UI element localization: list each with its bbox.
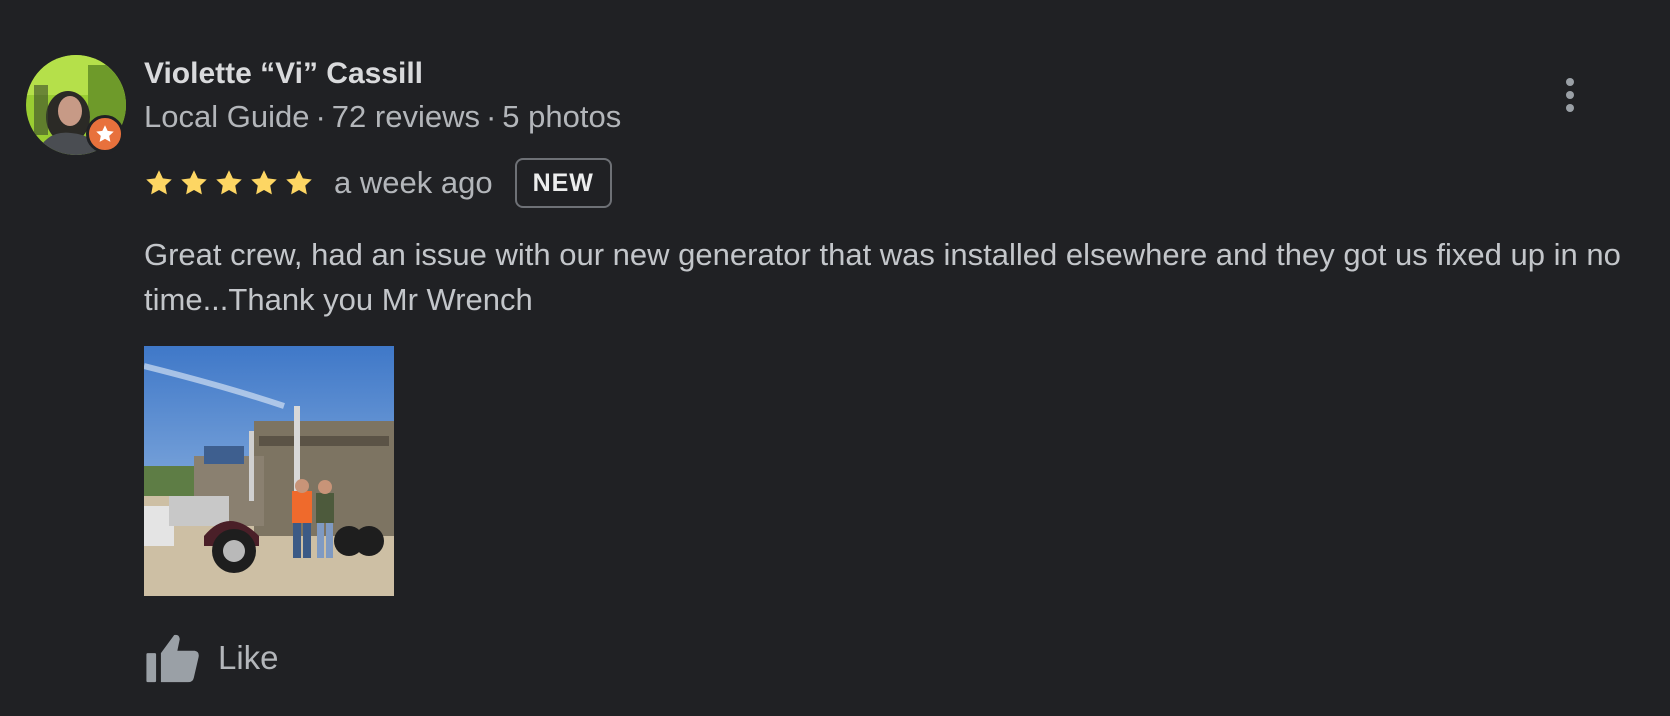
review-photo[interactable] xyxy=(144,346,394,596)
more-vertical-icon xyxy=(1566,78,1574,86)
thumbs-up-icon xyxy=(146,634,199,683)
star-icon xyxy=(216,170,242,195)
review-card: Violette “Vi” Cassill Local Guide · 72 rev… xyxy=(0,0,1670,716)
more-vertical-icon xyxy=(1566,91,1574,99)
like-button[interactable]: Like xyxy=(144,630,279,686)
rating-row: a week ago NEW xyxy=(144,157,612,209)
photo-count: 5 photos xyxy=(502,99,622,134)
star-icon xyxy=(181,170,207,195)
like-label: Like xyxy=(218,639,279,676)
star-icon xyxy=(146,170,172,195)
star-icon xyxy=(251,170,277,195)
review-time: a week ago xyxy=(334,165,493,200)
new-badge: NEW xyxy=(514,158,612,208)
more-vertical-icon xyxy=(1566,104,1574,112)
meta-separator: · xyxy=(485,99,497,134)
local-guide-label: Local Guide xyxy=(144,99,310,134)
review-count: 72 reviews xyxy=(331,99,480,134)
author-name[interactable]: Violette “Vi” Cassill xyxy=(144,54,423,94)
meta-separator: · xyxy=(315,99,326,134)
star-icon xyxy=(286,170,312,195)
review-text: Great crew, had an issue with our new ge… xyxy=(144,237,1621,317)
author-meta: Local Guide · 72 reviews · 5 photos xyxy=(144,97,621,137)
local-guide-star-icon xyxy=(86,115,124,153)
more-options-button[interactable] xyxy=(1550,70,1590,120)
truck-photo-image xyxy=(144,346,394,596)
star-rating xyxy=(144,168,314,198)
